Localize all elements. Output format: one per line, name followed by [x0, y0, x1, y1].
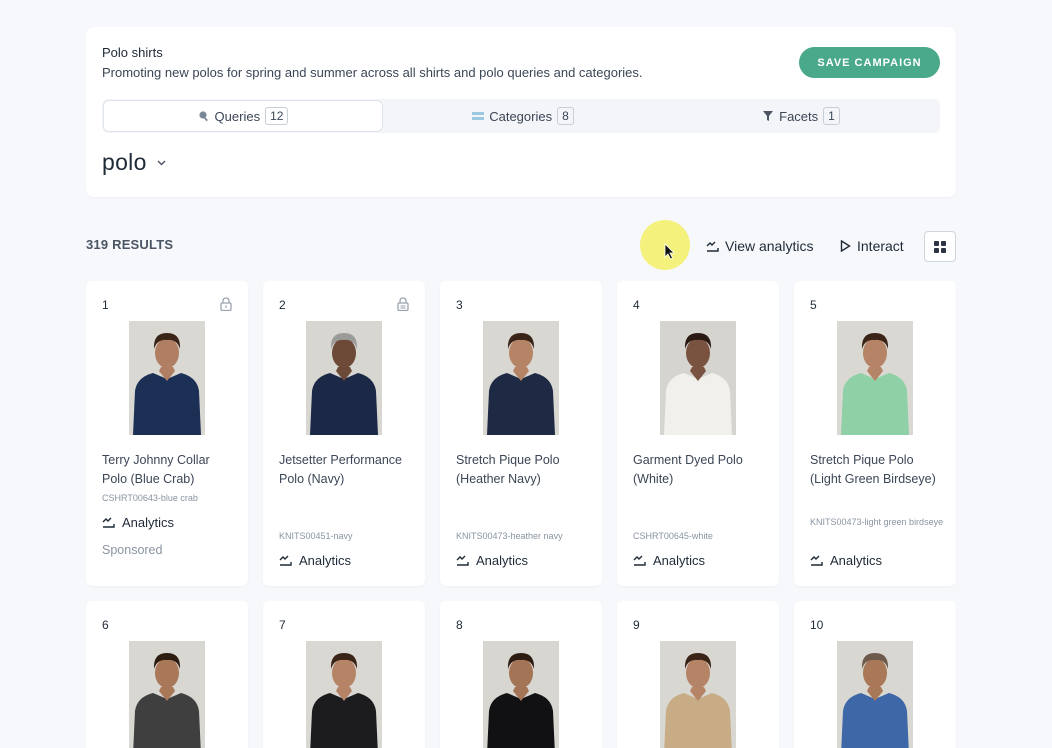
product-rank: 9 [633, 618, 640, 632]
product-analytics-label: Analytics [653, 553, 706, 568]
product-photo [660, 321, 736, 435]
product-name: Stretch Pique Polo (Light Green Birdseye… [810, 453, 936, 486]
view-analytics-button[interactable]: View analytics [706, 238, 813, 254]
product-name: Jetsetter Performance Polo (Navy) [279, 453, 402, 486]
product-photo [483, 641, 559, 748]
product-image [129, 321, 205, 435]
product-photo [306, 641, 382, 748]
product-image [129, 641, 205, 748]
product-photo [837, 641, 913, 748]
product-card[interactable]: 8 [440, 601, 602, 748]
view-analytics-label: View analytics [725, 238, 814, 254]
product-rank: 7 [279, 618, 286, 632]
product-card[interactable]: 7 [263, 601, 425, 748]
product-photo [837, 321, 913, 435]
interact-button[interactable]: Interact [840, 238, 904, 254]
analytics-icon [633, 555, 646, 566]
product-image [660, 321, 736, 435]
product-name: Garment Dyed Polo (White) [633, 453, 743, 486]
product-image [306, 641, 382, 748]
product-image [837, 321, 913, 435]
play-icon [840, 240, 851, 252]
product-card[interactable]: 4 Garment Dyed Polo (White) CSHRT00645-whi… [617, 281, 779, 586]
product-photo [660, 641, 736, 748]
product-rank: 5 [810, 298, 817, 312]
product-image [306, 321, 382, 435]
product-card[interactable]: 6 [86, 601, 248, 748]
product-rank: 6 [102, 618, 109, 632]
tab-queries[interactable]: Queries 12 [103, 100, 383, 132]
product-sku: KNITS00473-heather navy [456, 531, 563, 541]
tab-facets[interactable]: Facets 1 [662, 99, 940, 133]
product-rank: 2 [279, 298, 286, 312]
product-analytics-label: Analytics [476, 553, 529, 568]
chevron-down-icon [157, 160, 166, 165]
query-select[interactable]: polo [102, 149, 166, 176]
campaign-description: Promoting new polos for spring and summe… [102, 65, 643, 80]
product-photo [306, 321, 382, 435]
product-card[interactable]: 2 Jetsetter Performance Polo (Navy) KNITS0… [263, 281, 425, 586]
analytics-icon [102, 517, 115, 528]
campaign-card: Polo shirts Promoting new polos for spri… [86, 27, 956, 197]
product-sku: KNITS00473-light green birdseye [810, 517, 944, 527]
analytics-icon [279, 555, 292, 566]
product-card[interactable]: 3 Stretch Pique Polo (Heather Navy) KNITS0… [440, 281, 602, 586]
campaign-tabs: Queries 12 Categories 8 Facets 1 [102, 99, 940, 133]
product-rank: 8 [456, 618, 463, 632]
product-card[interactable]: 5 Stretch Pique Polo (Light Green Birdsey… [794, 281, 956, 586]
product-analytics-label: Analytics [299, 553, 352, 568]
analytics-icon [456, 555, 469, 566]
product-photo [483, 321, 559, 435]
save-campaign-button[interactable]: SAVE CAMPAIGN [799, 47, 940, 78]
category-icon [472, 112, 485, 120]
product-analytics-label: Analytics [830, 553, 883, 568]
product-card[interactable]: 1 Terry Johnny Collar Polo (Blue Crab) CSH… [86, 281, 248, 586]
analytics-icon [706, 241, 719, 252]
product-rank: 4 [633, 298, 640, 312]
product-photo [129, 641, 205, 748]
product-image [483, 321, 559, 435]
product-analytics-button[interactable]: Analytics [633, 553, 705, 568]
product-analytics-button[interactable]: Analytics [102, 515, 174, 530]
grid-view-toggle[interactable] [924, 231, 956, 262]
product-rank: 3 [456, 298, 463, 312]
analytics-icon [810, 555, 823, 566]
lock-rule-icon[interactable] [397, 297, 409, 311]
search-icon [198, 111, 208, 122]
product-card[interactable]: 9 [617, 601, 779, 748]
sponsored-label: Sponsored [102, 543, 163, 557]
tab-queries-label: Queries [214, 108, 261, 124]
lock-icon[interactable] [220, 297, 232, 311]
results-count: 319 RESULTS [86, 237, 174, 252]
product-analytics-label: Analytics [122, 515, 175, 530]
product-image [483, 641, 559, 748]
tab-queries-count: 12 [265, 107, 289, 125]
product-card[interactable]: 10 [794, 601, 956, 748]
product-name: Stretch Pique Polo (Heather Navy) [456, 453, 560, 486]
campaign-title: Polo shirts [102, 45, 163, 60]
grid-icon [934, 240, 946, 253]
product-rank: 1 [102, 298, 109, 312]
product-rank: 10 [810, 618, 824, 632]
product-name: Terry Johnny Collar Polo (Blue Crab) [102, 453, 210, 486]
product-image [660, 641, 736, 748]
product-sku: CSHRT00643-blue crab [102, 493, 198, 503]
mouse-cursor-icon [664, 243, 675, 260]
tab-facets-label: Facets [779, 108, 819, 124]
tab-facets-count: 1 [823, 107, 840, 125]
tab-categories[interactable]: Categories 8 [384, 99, 662, 133]
product-analytics-button[interactable]: Analytics [279, 553, 351, 568]
interact-label: Interact [857, 238, 904, 254]
product-image [837, 641, 913, 748]
query-value: polo [102, 149, 147, 175]
product-analytics-button[interactable]: Analytics [456, 553, 528, 568]
product-photo [129, 321, 205, 435]
product-sku: KNITS00451-navy [279, 531, 353, 541]
tab-categories-label: Categories [489, 108, 553, 124]
filter-icon [763, 111, 774, 121]
tab-categories-count: 8 [557, 107, 574, 125]
product-sku: CSHRT00645-white [633, 531, 713, 541]
product-analytics-button[interactable]: Analytics [810, 553, 882, 568]
